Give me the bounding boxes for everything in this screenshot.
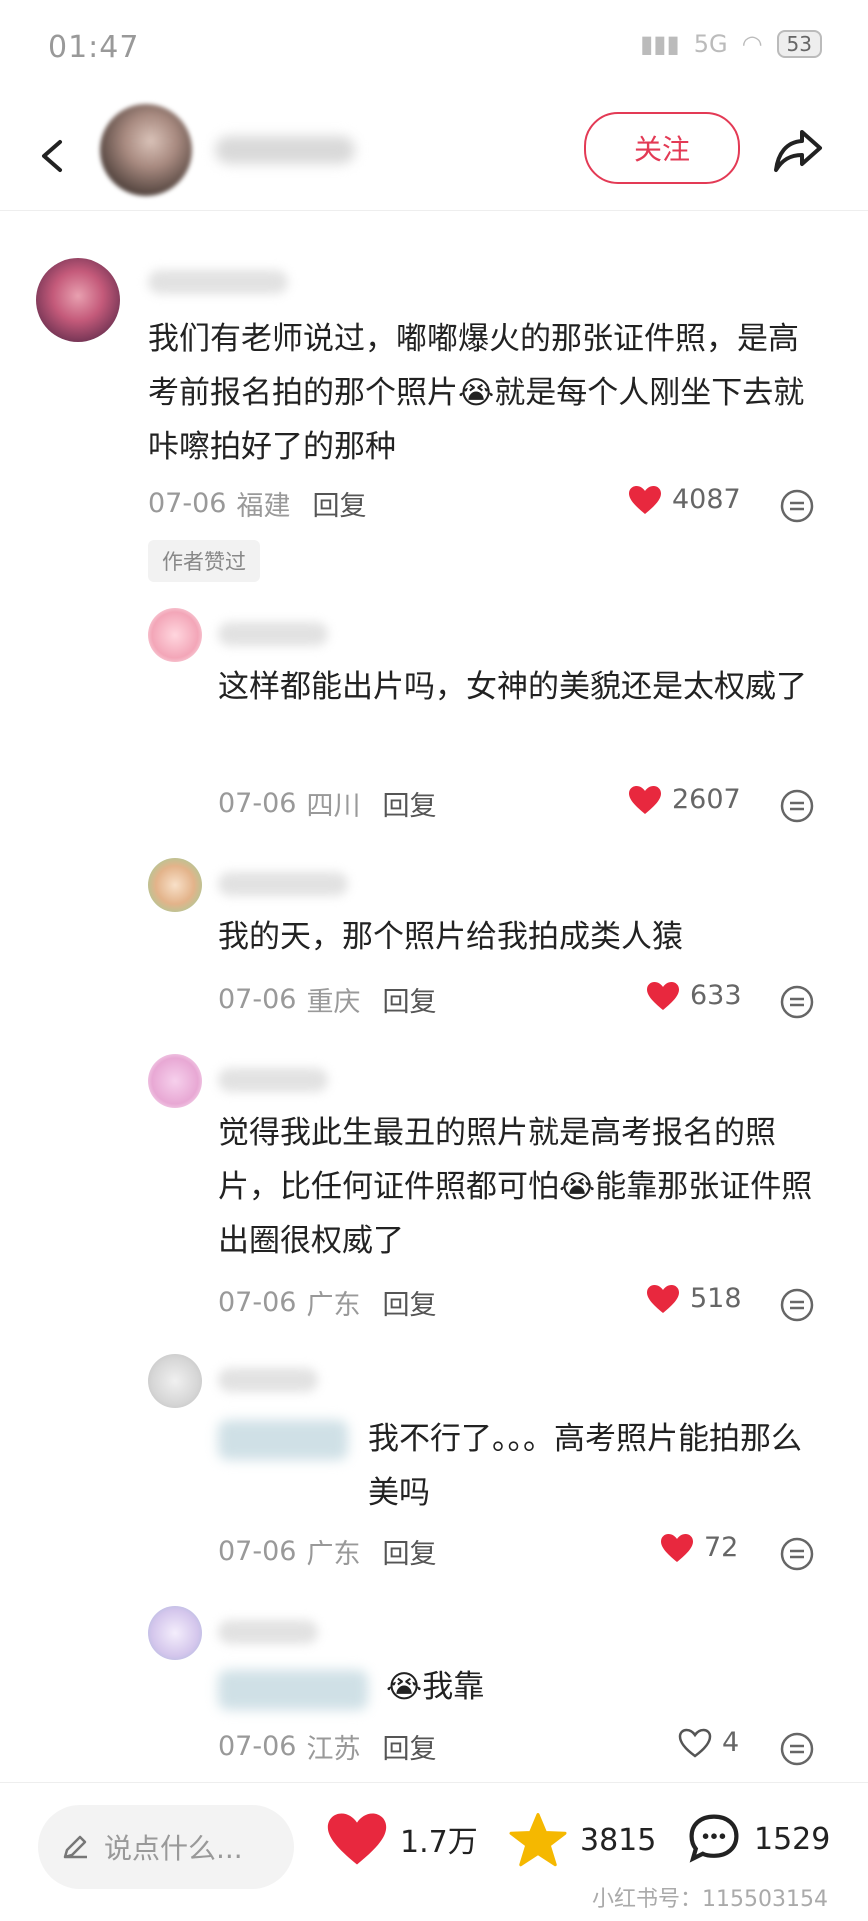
commenter-name-blurred[interactable] — [218, 1368, 318, 1392]
bottom-action-bar: 说点什么... 1.7万 3815 1529 小红书号：115503154 — [0, 1782, 868, 1921]
post-comment-button[interactable]: 1529 — [686, 1811, 830, 1867]
commenter-avatar[interactable] — [148, 1054, 202, 1108]
comment-text: 这样都能出片吗，女神的美貌还是太权威了 — [218, 669, 807, 705]
comment-date: 07-06 — [218, 1731, 297, 1762]
reply-button[interactable]: 回复 — [382, 1283, 436, 1322]
like-button[interactable]: 2607 — [628, 784, 741, 815]
comment-date: 07-06 — [218, 1287, 297, 1318]
network-label: 5G — [693, 30, 728, 58]
comment-options-icon[interactable] — [780, 789, 814, 823]
comment-date: 07-06 — [218, 1536, 297, 1567]
comment-input-placeholder: 说点什么... — [104, 1832, 243, 1865]
comment-date: 07-06 — [148, 488, 227, 519]
header-divider — [0, 210, 868, 211]
comment-options-icon[interactable] — [780, 1732, 814, 1766]
comment-meta: 07-06 广东 回复 — [218, 1283, 436, 1322]
star-filled-icon — [509, 1813, 567, 1867]
comment-options-icon[interactable] — [780, 985, 814, 1019]
signal-icon: ▮▮▮ — [640, 30, 680, 58]
comment-meta: 07-06 福建 回复 — [148, 484, 366, 523]
follow-button[interactable]: 关注 — [584, 112, 740, 184]
comment-options-icon[interactable] — [780, 1537, 814, 1571]
heart-outline-icon — [678, 1728, 712, 1758]
like-button[interactable]: 72 — [660, 1532, 738, 1563]
comment-location: 江苏 — [306, 1734, 361, 1765]
comment-meta: 07-06 重庆 回复 — [218, 980, 436, 1019]
like-button[interactable]: 633 — [646, 980, 742, 1011]
like-button[interactable]: 4 — [678, 1727, 739, 1758]
comment-date: 07-06 — [218, 788, 297, 819]
like-button[interactable]: 518 — [646, 1283, 742, 1314]
comment-meta: 07-06 江苏 回复 — [218, 1727, 436, 1766]
reply-button[interactable]: 回复 — [382, 1727, 436, 1766]
like-count: 518 — [690, 1283, 742, 1314]
battery-indicator: 53 — [776, 30, 822, 58]
commenter-name-blurred[interactable] — [218, 1620, 318, 1644]
comment-date: 07-06 — [218, 984, 297, 1015]
heart-filled-icon — [327, 1813, 387, 1865]
comment-input[interactable]: 说点什么... — [38, 1805, 294, 1889]
post-collect-button[interactable]: 3815 — [508, 1811, 656, 1869]
comment-location: 广东 — [306, 1539, 361, 1570]
comment-text: 我不行了。。。高考照片能拍那么美吗 — [368, 1421, 802, 1511]
like-count: 2607 — [672, 784, 741, 815]
comment-text: 觉得我此生最丑的照片就是高考报名的照片，比任何证件照都可怕😭能靠那张证件照出圈很… — [218, 1115, 813, 1259]
comment-text: 我们有老师说过，嘟嘟爆火的那张证件照，是高考前报名拍的那个照片😭就是每个人刚坐下… — [148, 321, 805, 465]
like-button[interactable]: 4087 — [628, 484, 741, 515]
commenter-avatar[interactable] — [148, 1354, 202, 1408]
like-count: 72 — [704, 1532, 739, 1563]
like-count: 4087 — [672, 484, 741, 515]
reply-button[interactable]: 回复 — [312, 484, 366, 523]
comment-text: 😭我靠 — [386, 1669, 485, 1705]
post-like-count: 1.7万 — [400, 1825, 478, 1860]
comment-options-icon[interactable] — [780, 489, 814, 523]
heart-filled-icon — [629, 785, 661, 814]
commenter-name-blurred[interactable] — [218, 622, 328, 646]
pencil-icon — [63, 1835, 87, 1859]
like-count: 633 — [690, 980, 742, 1011]
commenter-avatar[interactable] — [148, 1606, 202, 1660]
wifi-icon: ◠ — [741, 30, 763, 58]
commenter-name-blurred[interactable] — [218, 1068, 328, 1092]
commenter-avatar[interactable] — [148, 608, 202, 662]
post-collect-count: 3815 — [580, 1822, 657, 1858]
mention-blurred[interactable] — [218, 1670, 368, 1710]
commenter-name-blurred[interactable] — [218, 872, 348, 896]
post-like-button[interactable]: 1.7万 — [326, 1811, 478, 1867]
watermark: 小红书号：115503154 — [592, 1887, 828, 1912]
author-name-blurred[interactable] — [215, 136, 355, 164]
post-comment-count: 1529 — [754, 1821, 831, 1857]
reply-button[interactable]: 回复 — [382, 980, 436, 1019]
commenter-avatar[interactable] — [148, 858, 202, 912]
mention-blurred[interactable] — [218, 1420, 348, 1460]
like-count: 4 — [722, 1727, 740, 1758]
status-bar: 01:47 ▮▮▮ 5G ◠ 53 — [0, 0, 868, 96]
heart-filled-icon — [647, 1284, 679, 1313]
comment-location: 广东 — [306, 1290, 361, 1321]
comment-meta: 07-06 四川 回复 — [218, 784, 436, 823]
author-avatar[interactable] — [100, 104, 192, 196]
back-icon[interactable] — [32, 136, 72, 176]
comment-options-icon[interactable] — [780, 1288, 814, 1322]
author-liked-badge: 作者赞过 — [148, 540, 260, 582]
heart-filled-icon — [661, 1533, 693, 1562]
commenter-name-blurred[interactable] — [148, 270, 288, 294]
commenter-avatar[interactable] — [36, 258, 120, 342]
comment-location: 重庆 — [306, 987, 361, 1018]
status-icons: ▮▮▮ 5G ◠ 53 — [640, 30, 822, 58]
comment-text: 我的天，那个照片给我拍成类人猿 — [218, 919, 683, 955]
comment-location: 四川 — [306, 791, 361, 822]
heart-filled-icon — [647, 981, 679, 1010]
comment-location: 福建 — [236, 491, 291, 522]
comment-bubble-icon — [689, 1814, 739, 1863]
comment-meta: 07-06 广东 回复 — [218, 1532, 436, 1571]
reply-button[interactable]: 回复 — [382, 1532, 436, 1571]
top-bar: 关注 — [0, 100, 868, 210]
share-icon[interactable] — [770, 122, 826, 178]
status-time: 01:47 — [48, 30, 140, 65]
reply-button[interactable]: 回复 — [382, 784, 436, 823]
heart-filled-icon — [629, 485, 661, 514]
